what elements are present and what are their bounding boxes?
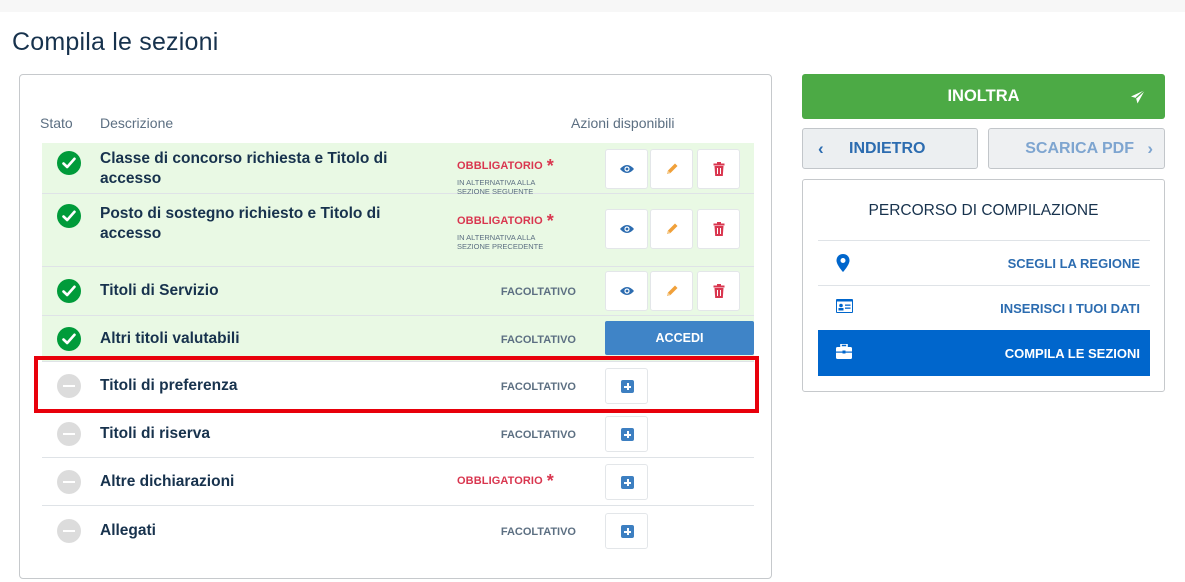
indietro-button[interactable]: ‹ INDIETRO xyxy=(802,128,978,169)
delete-button[interactable] xyxy=(697,149,740,189)
pencil-icon xyxy=(666,285,677,296)
map-marker-icon xyxy=(836,254,850,272)
section-label: Titoli di riserva xyxy=(100,425,210,442)
section-row-classe-concorso: Classe di concorso richiesta e Titolo di… xyxy=(42,143,754,196)
eye-icon xyxy=(619,225,634,233)
step-compila-sezioni[interactable]: COMPILA LE SEZIONI xyxy=(818,330,1150,376)
section-label: Classe di concorso richiesta e Titolo di… xyxy=(100,150,388,187)
step-label: COMPILA LE SEZIONI xyxy=(1004,346,1140,361)
section-row-altri-titoli: Altri titoli valutabili FACOLTATIVO ACCE… xyxy=(42,316,754,362)
requirement-text: FACOLTATIVO xyxy=(500,286,576,298)
requirement-text: FACOLTATIVO xyxy=(500,526,576,538)
top-band xyxy=(0,0,1185,12)
briefcase-icon xyxy=(836,344,852,359)
plus-icon xyxy=(621,428,634,441)
chevron-right-icon: › xyxy=(1147,139,1153,158)
trash-icon xyxy=(713,222,724,236)
pencil-icon xyxy=(666,223,677,234)
id-card-icon xyxy=(836,299,853,313)
requirement-text: FACOLTATIVO xyxy=(500,429,576,441)
header-azioni: Azioni disponibili xyxy=(571,115,675,131)
page-title: Compila le sezioni xyxy=(12,28,219,56)
required-star: * xyxy=(546,156,554,176)
plus-icon xyxy=(621,380,634,393)
inoltra-button[interactable]: INOLTRA xyxy=(802,74,1165,119)
section-label: Allegati xyxy=(100,522,156,539)
trash-icon xyxy=(713,162,724,176)
pencil-icon xyxy=(666,163,677,174)
scarica-pdf-button[interactable]: SCARICA PDF › xyxy=(988,128,1165,169)
pending-status-icon xyxy=(57,374,81,398)
percorso-panel: PERCORSO DI COMPILAZIONE SCEGLI LA REGIO… xyxy=(802,179,1165,392)
completed-check-icon xyxy=(57,327,81,351)
pending-status-icon xyxy=(57,519,81,543)
completed-check-icon xyxy=(57,279,81,303)
requirement-badge: OBBLIGATORIO * IN ALTERNATIVA ALLA SEZION… xyxy=(457,156,576,196)
section-row-posto-sostegno: Posto di sostegno richiesto e Titolo di … xyxy=(42,194,754,267)
section-label: Titoli di Servizio xyxy=(100,282,219,299)
section-row-allegati: Allegati FACOLTATIVO xyxy=(42,506,754,556)
step-scegli-regione[interactable]: SCEGLI LA REGIONE xyxy=(818,240,1150,286)
percorso-title: PERCORSO DI COMPILAZIONE xyxy=(868,202,1099,219)
table-header: Stato Descrizione Azioni disponibili xyxy=(20,75,771,141)
required-star: * xyxy=(546,471,554,491)
trash-icon xyxy=(713,284,724,298)
add-button[interactable] xyxy=(605,464,648,500)
pending-status-icon xyxy=(57,422,81,446)
section-label: Altri titoli valutabili xyxy=(100,330,240,347)
view-button[interactable] xyxy=(605,209,648,249)
accedi-button[interactable]: ACCEDI xyxy=(605,321,754,355)
pending-status-icon xyxy=(57,470,81,494)
delete-button[interactable] xyxy=(697,271,740,311)
requirement-badge: OBBLIGATORIO * IN ALTERNATIVA ALLA SEZION… xyxy=(457,211,576,251)
header-stato: Stato xyxy=(40,115,73,131)
step-inserisci-dati[interactable]: INSERISCI I TUOI DATI xyxy=(818,285,1150,331)
eye-icon xyxy=(619,165,634,173)
sections-card: Stato Descrizione Azioni disponibili Cla… xyxy=(19,74,772,579)
header-descrizione: Descrizione xyxy=(100,115,174,131)
plus-icon xyxy=(621,525,634,538)
edit-button[interactable] xyxy=(650,209,693,249)
add-button[interactable] xyxy=(605,513,648,549)
scarica-pdf-label: SCARICA PDF xyxy=(1025,140,1134,157)
inoltra-label: INOLTRA xyxy=(947,87,1020,105)
section-label: Titoli di preferenza xyxy=(100,377,238,394)
edit-button[interactable] xyxy=(650,271,693,311)
add-button[interactable] xyxy=(605,368,648,404)
requirement-note: IN ALTERNATIVA ALLA SEZIONE PRECEDENTE xyxy=(457,233,544,251)
required-star: * xyxy=(546,211,554,231)
section-label: Altre dichiarazioni xyxy=(100,473,235,490)
section-row-altre-dichiarazioni: Altre dichiarazioni OBBLIGATORIO * xyxy=(42,458,754,506)
section-row-titoli-servizio: Titoli di Servizio FACOLTATIVO xyxy=(42,267,754,316)
requirement-text: FACOLTATIVO xyxy=(500,334,576,346)
requirement-text: OBBLIGATORIO xyxy=(457,475,543,487)
requirement-badge: OBBLIGATORIO * xyxy=(457,471,576,492)
section-label: Posto di sostegno richiesto e Titolo di … xyxy=(100,205,381,242)
step-label: INSERISCI I TUOI DATI xyxy=(1000,301,1140,316)
eye-icon xyxy=(619,287,634,295)
delete-button[interactable] xyxy=(697,209,740,249)
completed-check-icon xyxy=(57,204,81,228)
requirement-text: OBBLIGATORIO xyxy=(457,215,543,227)
step-label: SCEGLI LA REGIONE xyxy=(1007,256,1140,271)
send-icon xyxy=(1131,89,1146,104)
section-row-titoli-preferenza: Titoli di preferenza FACOLTATIVO xyxy=(42,362,754,410)
view-button[interactable] xyxy=(605,149,648,189)
plus-icon xyxy=(621,476,634,489)
edit-button[interactable] xyxy=(650,149,693,189)
view-button[interactable] xyxy=(605,271,648,311)
indietro-label: INDIETRO xyxy=(849,140,926,157)
requirement-text: FACOLTATIVO xyxy=(500,381,576,393)
chevron-left-icon: ‹ xyxy=(818,139,824,158)
section-row-titoli-riserva: Titoli di riserva FACOLTATIVO xyxy=(42,410,754,458)
requirement-text: OBBLIGATORIO xyxy=(457,160,543,172)
add-button[interactable] xyxy=(605,416,648,452)
completed-check-icon xyxy=(57,151,81,175)
